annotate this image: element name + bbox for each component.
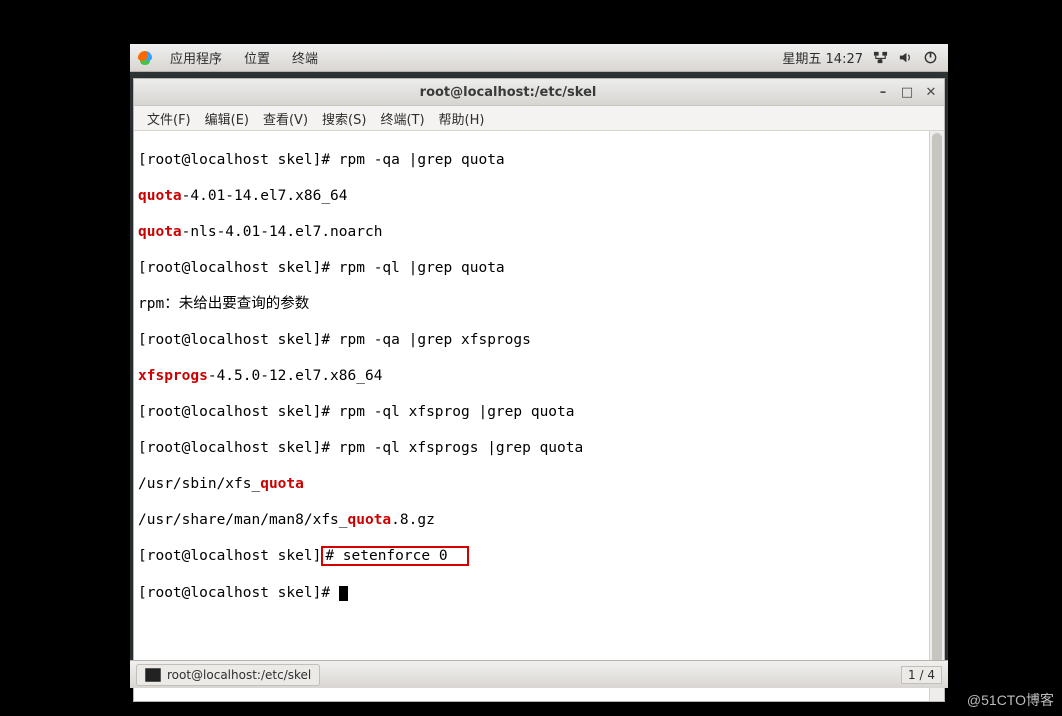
power-icon[interactable] — [923, 50, 938, 65]
taskbar-entry-terminal[interactable]: root@localhost:/etc/skel — [136, 664, 320, 686]
terminal-window: root@localhost:/etc/skel – □ ✕ 文件(F) 编辑(… — [133, 78, 945, 702]
term-line: [root@localhost skel]# rpm -qa |grep xfs… — [138, 332, 531, 348]
term-highlight: quota — [260, 476, 304, 492]
top-panel: 应用程序 位置 终端 星期五 14:27 — [130, 44, 948, 72]
term-text: -4.01-14.el7.x86_64 — [182, 188, 348, 204]
term-text: [root@localhost skel] — [138, 548, 321, 564]
workspace-pager[interactable]: 1 / 4 — [901, 666, 942, 684]
volume-icon[interactable] — [898, 50, 913, 65]
menu-search[interactable]: 搜索(S) — [315, 109, 373, 128]
terminal-body[interactable]: [root@localhost skel]# rpm -qa |grep quo… — [134, 131, 944, 701]
terminal-scrollbar[interactable] — [929, 131, 944, 701]
term-text: /usr/share/man/man8/xfs_ — [138, 512, 348, 528]
watermark: @51CTO博客 — [967, 690, 1054, 710]
menubar: 文件(F) 编辑(E) 查看(V) 搜索(S) 终端(T) 帮助(H) — [134, 106, 944, 131]
close-button[interactable]: ✕ — [924, 85, 938, 99]
maximize-button[interactable]: □ — [900, 85, 914, 99]
term-highlight: quota — [348, 512, 392, 528]
window-title: root@localhost:/etc/skel — [140, 85, 876, 100]
term-text: /usr/sbin/xfs_ — [138, 476, 260, 492]
term-highlight: xfsprogs — [138, 368, 208, 384]
menu-edit[interactable]: 编辑(E) — [198, 109, 256, 128]
menu-applications[interactable]: 应用程序 — [162, 48, 230, 67]
bottom-panel: root@localhost:/etc/skel 1 / 4 — [130, 660, 948, 688]
clock[interactable]: 星期五 14:27 — [782, 48, 863, 67]
term-line: rpm：未给出要查询的参数 — [138, 296, 309, 312]
taskbar-entry-label: root@localhost:/etc/skel — [167, 668, 311, 682]
menu-view[interactable]: 查看(V) — [256, 109, 315, 128]
scrollbar-thumb[interactable] — [932, 133, 942, 680]
minimize-button[interactable]: – — [876, 85, 890, 99]
menu-terminal-menu[interactable]: 终端(T) — [373, 109, 431, 128]
menu-terminal[interactable]: 终端 — [284, 48, 326, 67]
menu-places[interactable]: 位置 — [236, 48, 278, 67]
network-icon[interactable] — [873, 50, 888, 65]
desktop: 应用程序 位置 终端 星期五 14:27 root@localhost:/etc… — [130, 44, 948, 688]
term-highlight: quota — [138, 188, 182, 204]
term-line: [root@localhost skel]# rpm -ql |grep quo… — [138, 260, 505, 276]
highlighted-command-box: # setenforce 0 — [321, 546, 469, 566]
term-text: .8.gz — [391, 512, 435, 528]
term-line: [root@localhost skel]# rpm -qa |grep quo… — [138, 152, 505, 168]
term-highlight: quota — [138, 224, 182, 240]
term-line: [root@localhost skel]# rpm -ql xfsprog |… — [138, 404, 575, 420]
titlebar[interactable]: root@localhost:/etc/skel – □ ✕ — [134, 79, 944, 106]
distro-logo-icon[interactable] — [138, 51, 152, 65]
menu-help[interactable]: 帮助(H) — [432, 109, 492, 128]
term-text: -nls-4.01-14.el7.noarch — [182, 224, 383, 240]
term-line: [root@localhost skel]# rpm -ql xfsprogs … — [138, 440, 583, 456]
term-text: -4.5.0-12.el7.x86_64 — [208, 368, 383, 384]
cursor-icon — [339, 586, 348, 601]
terminal-icon — [145, 668, 161, 682]
term-line: [root@localhost skel]# — [138, 585, 339, 601]
menu-file[interactable]: 文件(F) — [140, 109, 198, 128]
